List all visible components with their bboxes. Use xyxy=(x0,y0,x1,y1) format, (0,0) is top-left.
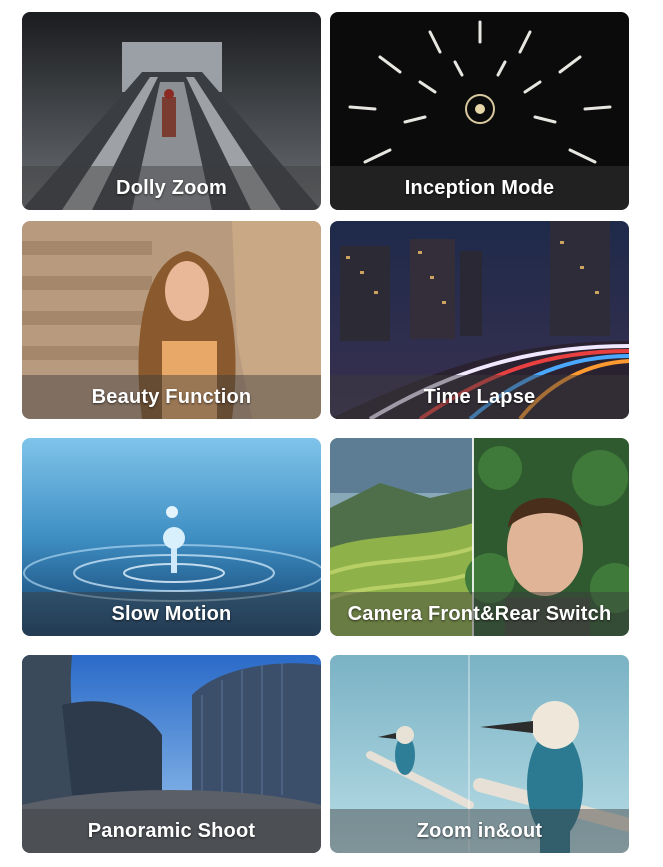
feature-tile-beauty-function[interactable]: Beauty Function xyxy=(22,221,321,419)
feature-tile-inception-mode[interactable]: Inception Mode xyxy=(330,12,629,210)
tile-label: Time Lapse xyxy=(330,375,629,419)
tile-label: Slow Motion xyxy=(22,592,321,636)
tile-label: Panoramic Shoot xyxy=(22,809,321,853)
feature-tile-slow-motion[interactable]: Slow Motion xyxy=(22,438,321,636)
feature-grid: Dolly Zoom Inception Mode Beauty Functio… xyxy=(0,0,663,867)
tile-label: Inception Mode xyxy=(330,166,629,210)
tile-label: Beauty Function xyxy=(22,375,321,419)
feature-tile-camera-switch[interactable]: Camera Front&Rear Switch xyxy=(330,438,629,636)
feature-tile-zoom-in-out[interactable]: Zoom in&out xyxy=(330,655,629,853)
tile-label: Zoom in&out xyxy=(330,809,629,853)
feature-tile-panoramic-shoot[interactable]: Panoramic Shoot xyxy=(22,655,321,853)
tile-label: Camera Front&Rear Switch xyxy=(330,592,629,636)
feature-tile-dolly-zoom[interactable]: Dolly Zoom xyxy=(22,12,321,210)
tile-label: Dolly Zoom xyxy=(22,166,321,210)
feature-tile-time-lapse[interactable]: Time Lapse xyxy=(330,221,629,419)
